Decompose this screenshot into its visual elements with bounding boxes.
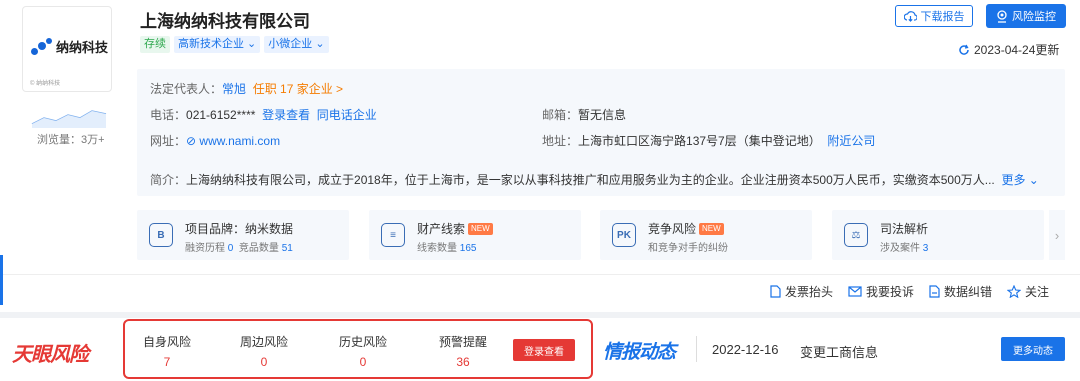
phone-row: 电话：021-6152**** 登录查看 同电话企业 [150,106,377,123]
risk-history[interactable]: 历史风险 0 [328,333,398,369]
address-row: 地址：上海市虹口区海宁路137号7层（集中登记地） 附近公司 [542,132,875,149]
risk-news-strip: 天眼风险 自身风险 7 周边风险 0 历史风险 0 预警提醒 36 登录查看 情报动态 … [0,318,1080,381]
risk-count: 0 [359,355,367,369]
card-subtitle: 涉及案件 3 [880,243,929,254]
company-name: 上海纳纳科技有限公司 [140,12,310,31]
card-competition-risk[interactable]: PK 竞争风险 NEW 和竞争对手的纠纷 [600,210,812,260]
logo-small-text: © 纳纳科技 [30,81,61,87]
download-report-button[interactable]: 下载报告 [895,5,973,27]
nearby-companies-link[interactable]: 附近公司 [827,134,875,148]
pk-icon: PK [612,223,636,247]
risk-warning[interactable]: 预警提醒 36 [428,333,498,369]
divider [0,274,1080,275]
new-badge: NEW [699,223,724,235]
logo-mark: 纳纳科技 [31,37,108,56]
intro-row: 简介：上海纳纳科技有限公司，成立于2018年，位于上海市，是一家以从事科技推广和… [150,171,1039,188]
invoice-header-link[interactable]: 发票抬头 [770,283,833,300]
left-accent-bar [0,255,3,305]
new-badge: NEW [468,223,493,235]
website-link[interactable]: www.nami.com [199,134,280,148]
card-judicial-analysis[interactable]: ⚖ 司法解析 涉及案件 3 [832,210,1044,260]
legal-rep-jobs-link[interactable]: 任职 17 家企业 > [253,82,343,96]
property-document-icon: ≡ [381,223,405,247]
news-text[interactable]: 变更工商信息 [800,342,878,361]
company-tags: 存续 高新技术企业 ⌄ 小微企业 ⌄ [140,36,329,53]
card-property-clues[interactable]: ≡ 财产线索 NEW 线索数量 165 [369,210,581,260]
same-phone-link[interactable]: 同电话企业 [317,108,377,122]
feature-cards: B 项目品牌：纳米数据 融资历程 0 竞品数量 51 ≡ 财产线索 NEW 线索数… [137,210,1065,262]
intel-news-logo: 情报动态 [603,342,676,363]
address-label: 地址： [542,134,579,148]
legal-rep-link[interactable]: 常旭 [222,82,246,96]
updated-info[interactable]: 2023-04-24更新 [958,41,1059,58]
financing-count: 0 [227,243,234,254]
verified-check-icon: ⊘ [186,134,197,148]
tianyan-risk-logo: 天眼风险 [12,344,89,366]
card-title: 项目品牌：纳米数据 [185,222,294,236]
follow-link[interactable]: 关注 [1007,283,1049,300]
clue-count: 165 [459,243,477,254]
company-header-panel: 纳纳科技 © 纳纳科技 浏览量：3万+ 上海纳纳科技有限公司 存续 高新技术企业… [0,0,1080,312]
email-value: 暂无信息 [578,108,627,122]
star-icon [1007,285,1022,298]
views-count: 浏览量：3万+ [37,134,105,146]
card-title: 财产线索 NEW [417,220,493,237]
edit-document-icon [929,285,940,298]
website-row: 网址：⊘ www.nami.com [150,132,280,149]
card-subtitle: 线索数量 165 [417,243,477,254]
phone-login-link[interactable]: 登录查看 [262,108,310,122]
legal-rep-row: 法定代表人：常旭 任职 17 家企业 > [150,80,343,97]
address-value: 上海市虹口区海宁路137号7层（集中登记地） [578,134,821,148]
complaint-link[interactable]: 我要投诉 [848,283,914,300]
intro-more-link[interactable]: 更多 ⌄ [1001,173,1038,187]
case-count: 3 [922,243,929,254]
tag-small-enterprise[interactable]: 小微企业 ⌄ [264,36,329,53]
risk-self[interactable]: 自身风险 7 [132,333,202,369]
status-badge: 存续 [140,36,170,53]
legal-rep-label: 法定代表人： [150,82,223,96]
brand-shield-icon: B [149,223,173,247]
refresh-icon [959,44,969,55]
more-news-button[interactable]: 更多动态 [1001,337,1065,361]
download-report-label: 下载报告 [920,11,965,23]
competitor-count: 51 [281,243,293,254]
action-links: 发票抬头 我要投诉 数据纠错 关注 [770,283,1049,300]
login-view-button[interactable]: 登录查看 [513,339,575,361]
risk-count: 36 [456,355,470,369]
risk-surrounding[interactable]: 周边风险 0 [229,333,299,369]
risk-count: 0 [260,355,268,369]
mail-icon [848,286,862,297]
tag-high-tech[interactable]: 高新技术企业 ⌄ [174,36,261,53]
email-label: 邮箱： [542,108,579,122]
risk-count: 7 [163,355,171,369]
card-subtitle: 融资历程 0 竞品数量 51 [185,243,293,254]
views-sparkline-icon [31,110,107,128]
card-subtitle: 和竞争对手的纠纷 [648,243,728,254]
intro-text: 上海纳纳科技有限公司，成立于2018年，位于上海市，是一家以从事科技推广和应用服… [186,173,995,187]
judicial-scale-icon: ⚖ [844,223,868,247]
cards-next-arrow-icon[interactable]: › [1049,210,1065,260]
risk-monitor-label: 风险监控 [1012,11,1056,23]
company-info-panel: 法定代表人：常旭 任职 17 家企业 > 电话：021-6152**** 登录查… [137,69,1065,196]
card-project-brand[interactable]: B 项目品牌：纳米数据 融资历程 0 竞品数量 51 [137,210,349,260]
email-row: 邮箱：暂无信息 [542,106,626,123]
website-label: 网址： [150,134,187,148]
data-correction-link[interactable]: 数据纠错 [929,283,992,300]
risk-summary-box: 自身风险 7 周边风险 0 历史风险 0 预警提醒 36 登录查看 [123,319,593,379]
news-date: 2022-12-16 [712,342,779,357]
cloud-download-icon [903,10,917,22]
separator [696,336,697,362]
document-icon [770,285,781,298]
risk-monitor-button[interactable]: 风险监控 [986,4,1066,28]
location-pin-icon [997,9,1007,23]
phone-label: 电话： [150,108,187,122]
logo-dots-icon [31,37,53,56]
phone-value: 021-6152**** [186,108,256,122]
card-title: 竞争风险 NEW [648,220,724,237]
logo-brand-text: 纳纳科技 [56,40,109,55]
updated-date: 2023-04-24更新 [974,43,1060,57]
intro-label: 简介： [150,173,187,187]
card-title: 司法解析 [880,222,929,236]
